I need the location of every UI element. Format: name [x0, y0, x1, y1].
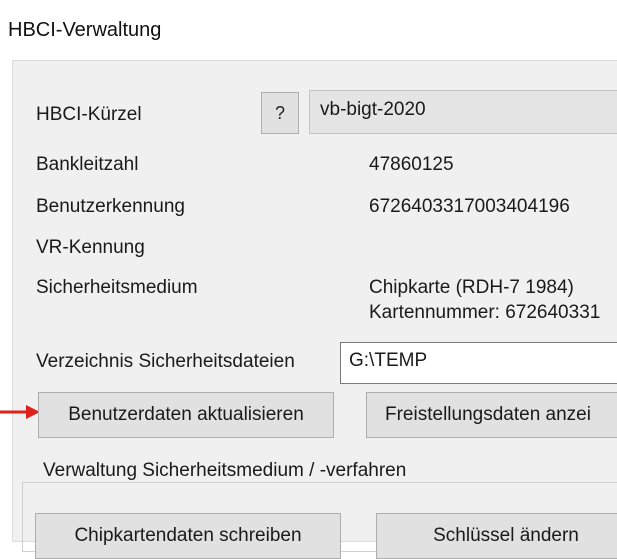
benutzerkennung-label: Benutzerkennung	[36, 196, 185, 217]
freistellungsdaten-button[interactable]: Freistellungsdaten anzei	[366, 392, 617, 438]
verzeichnis-input[interactable]: G:\TEMP	[340, 342, 617, 384]
window-title: HBCI-Verwaltung	[8, 19, 162, 41]
benutzerkennung-value: 6726403317003404196	[369, 196, 570, 217]
help-button[interactable]: ?	[261, 92, 299, 134]
verwaltung-group-title: Verwaltung Sicherheitsmedium / -verfahre…	[41, 460, 411, 482]
chipkartendaten-schreiben-button[interactable]: Chipkartendaten schreiben	[35, 513, 341, 559]
verzeichnis-label: Verzeichnis Sicherheitsdateien	[36, 351, 295, 372]
red-arrow-icon	[0, 405, 40, 419]
sicherheitsmedium-label: Sicherheitsmedium	[36, 277, 198, 298]
schluessel-aendern-button[interactable]: Schlüssel ändern	[376, 513, 617, 559]
vr-kennung-label: VR-Kennung	[36, 237, 145, 258]
blz-value: 47860125	[369, 154, 454, 175]
benutzerdaten-aktualisieren-button[interactable]: Benutzerdaten aktualisieren	[38, 392, 334, 438]
hbci-kuerzel-label: HBCI-Kürzel	[36, 104, 142, 125]
hbci-kuerzel-select[interactable]: vb-bigt-2020	[309, 90, 617, 134]
kartennummer-value: Kartennummer: 672640331	[369, 302, 601, 323]
blz-label: Bankleitzahl	[36, 154, 139, 175]
sicherheitsmedium-value: Chipkarte (RDH-7 1984)	[369, 277, 574, 298]
